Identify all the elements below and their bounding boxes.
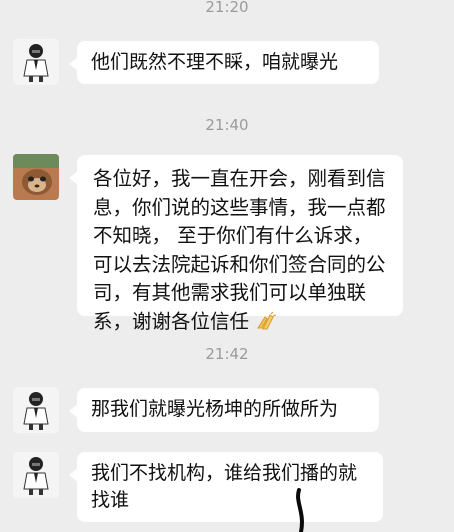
message-text: 他们既然不理不睬，咱就曝光 — [91, 51, 339, 73]
person-avatar-icon — [13, 39, 59, 85]
message-bubble[interactable]: 他们既然不理不睬，咱就曝光 — [69, 41, 379, 84]
avatar[interactable] — [13, 39, 59, 85]
person-avatar-icon — [13, 452, 59, 498]
avatar[interactable] — [13, 154, 59, 200]
message-bubble[interactable]: 那我们就曝光杨坤的所做所为 — [69, 388, 379, 432]
timestamp: 21:40 — [205, 116, 249, 134]
avatar[interactable] — [13, 452, 59, 498]
person-avatar-icon — [13, 387, 59, 433]
message-bubble[interactable]: 各位好，我一直在开会，刚看到信息，你们说的这些事情，我一点都不知晓， 至于你们有… — [69, 155, 403, 333]
timestamp: 21:42 — [205, 345, 249, 363]
message-text: 我们不找机构，谁给我们播的就找谁 — [91, 462, 358, 511]
message-text: 那我们就曝光杨坤的所做所为 — [91, 398, 339, 420]
message-text: 各位好，我一直在开会，刚看到信息，你们说的这些事情，我一点都不知晓， 至于你们有… — [93, 167, 386, 333]
message-bubble[interactable]: 我们不找机构，谁给我们播的就找谁 — [69, 452, 383, 522]
avatar[interactable] — [13, 387, 59, 433]
pen-mark-icon — [296, 488, 304, 532]
animal-avatar-icon — [13, 154, 59, 200]
folded-hands-icon — [255, 311, 277, 331]
timestamp: 21:20 — [205, 0, 249, 16]
